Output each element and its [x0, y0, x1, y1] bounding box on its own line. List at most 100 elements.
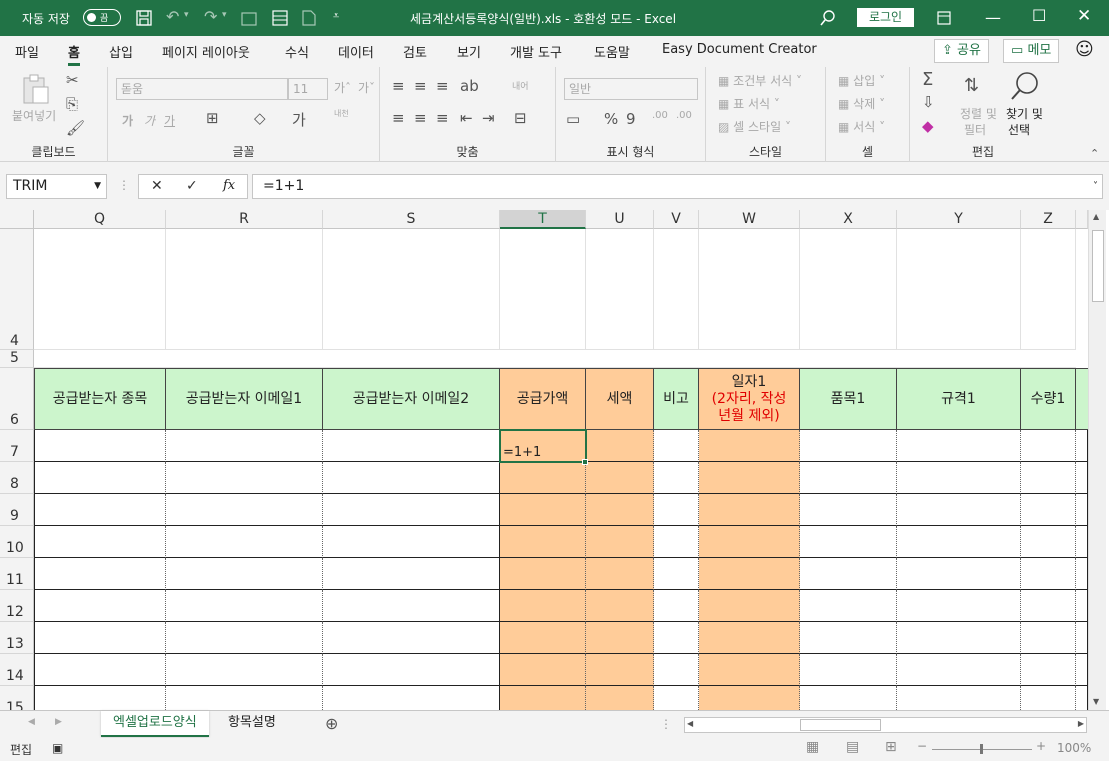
- row-header-15[interactable]: 15: [0, 686, 34, 710]
- cancel-icon[interactable]: ✕: [151, 178, 163, 194]
- header-cell-v[interactable]: 비고: [654, 368, 699, 430]
- minimize-icon[interactable]: —: [985, 8, 1001, 27]
- data-cell[interactable]: [586, 494, 654, 526]
- collapse-ribbon-icon[interactable]: ⌃: [1090, 147, 1099, 160]
- data-cell[interactable]: [1076, 686, 1088, 710]
- data-cell[interactable]: [323, 494, 500, 526]
- redo-dropdown-icon[interactable]: ▾: [222, 10, 227, 20]
- header-cell-r[interactable]: 공급받는자 이메일1: [166, 368, 323, 430]
- italic-button[interactable]: 가: [144, 112, 155, 129]
- redo-icon[interactable]: ↷: [204, 7, 217, 26]
- clear-icon[interactable]: ◆: [922, 117, 934, 135]
- data-cell[interactable]: [1076, 462, 1088, 494]
- data-cell[interactable]: [500, 462, 586, 494]
- data-cell[interactable]: [800, 526, 897, 558]
- sheet-tab-item-description[interactable]: 항목설명: [216, 711, 288, 737]
- data-cell[interactable]: [500, 526, 586, 558]
- conditional-formatting-button[interactable]: ▦ 조건부 서식 ˅: [718, 72, 802, 89]
- find-select-label-2[interactable]: 선택: [1008, 121, 1030, 138]
- new-file-icon[interactable]: [302, 10, 316, 26]
- data-cell[interactable]: [800, 558, 897, 590]
- data-cell[interactable]: [654, 462, 699, 494]
- page-break-view-icon[interactable]: ⊞: [885, 739, 897, 755]
- autosum-icon[interactable]: Σ: [922, 69, 933, 90]
- data-cell[interactable]: [897, 430, 1021, 462]
- data-cell[interactable]: [500, 622, 586, 654]
- data-cell[interactable]: [586, 654, 654, 686]
- tab-splitter-icon[interactable]: ⋮: [660, 717, 672, 731]
- scroll-right-icon[interactable]: ▶: [1078, 719, 1084, 728]
- data-cell[interactable]: [323, 462, 500, 494]
- column-header-v[interactable]: V: [654, 210, 699, 229]
- select-all-corner[interactable]: [0, 210, 34, 229]
- phonetic-icon[interactable]: 내천: [334, 108, 349, 119]
- macro-record-icon[interactable]: ▣: [52, 741, 63, 755]
- data-cell[interactable]: [586, 590, 654, 622]
- data-cell[interactable]: [500, 494, 586, 526]
- tab-easy-document-creator[interactable]: Easy Document Creator: [662, 42, 817, 57]
- data-cell[interactable]: [800, 462, 897, 494]
- data-cell[interactable]: [166, 526, 323, 558]
- formula-bar-drag-icon[interactable]: ⋮: [118, 178, 130, 192]
- new-folder-icon[interactable]: [241, 10, 257, 26]
- expand-formula-icon[interactable]: ˅: [1093, 175, 1098, 198]
- data-cell[interactable]: [654, 430, 699, 462]
- grid-cell[interactable]: [800, 229, 897, 350]
- tab-review[interactable]: 검토: [403, 42, 427, 61]
- zoom-slider-thumb[interactable]: [980, 744, 983, 754]
- data-cell[interactable]: [500, 590, 586, 622]
- orientation-icon[interactable]: ab: [460, 77, 479, 95]
- align-bottom-icon[interactable]: ≡: [436, 77, 449, 95]
- data-cell[interactable]: [699, 590, 800, 622]
- feedback-smiley-icon[interactable]: ☺: [1075, 39, 1094, 60]
- data-cell[interactable]: [699, 622, 800, 654]
- data-cell[interactable]: [166, 590, 323, 622]
- increase-indent-icon[interactable]: ⇥: [482, 109, 495, 127]
- data-cell[interactable]: [800, 430, 897, 462]
- header-cell-q[interactable]: 공급받는자 종목: [34, 368, 166, 430]
- header-cell-w[interactable]: 일자1 (2자리, 작성 년월 제외): [699, 368, 800, 430]
- grid-cell[interactable]: [166, 229, 323, 350]
- data-cell[interactable]: [166, 558, 323, 590]
- accounting-format-icon[interactable]: ▭: [566, 110, 580, 128]
- grid-cell[interactable]: [34, 229, 166, 350]
- data-cell[interactable]: [654, 622, 699, 654]
- close-icon[interactable]: ✕: [1077, 6, 1091, 26]
- column-header-s[interactable]: S: [323, 210, 500, 229]
- form-icon[interactable]: [272, 10, 288, 26]
- font-name-combo[interactable]: 돋움: [116, 78, 288, 100]
- data-cell[interactable]: [1076, 494, 1088, 526]
- data-cell[interactable]: [500, 654, 586, 686]
- data-cell[interactable]: [699, 430, 800, 462]
- header-cell-next[interactable]: [1076, 368, 1088, 430]
- name-box-dropdown-icon[interactable]: ▼: [94, 175, 101, 198]
- data-cell[interactable]: [34, 590, 166, 622]
- login-button[interactable]: 로그인: [857, 8, 914, 27]
- data-cell[interactable]: [897, 462, 1021, 494]
- data-cell[interactable]: [1076, 526, 1088, 558]
- spreadsheet-grid[interactable]: Q R S T U V W X Y Z 4 5 6 7 8 9 10 11 12…: [0, 210, 1109, 710]
- column-header-x[interactable]: X: [800, 210, 897, 229]
- find-select-label[interactable]: 찾기 및: [1006, 105, 1043, 122]
- grid-row-5[interactable]: [34, 350, 1076, 368]
- decrease-font-icon[interactable]: 가ˇ: [358, 79, 375, 96]
- header-cell-u[interactable]: 세액: [586, 368, 654, 430]
- grid-cell[interactable]: [1021, 229, 1076, 350]
- find-select-icon[interactable]: [1010, 71, 1040, 101]
- row-header-6[interactable]: 6: [0, 368, 34, 430]
- borders-icon[interactable]: ⊞: [206, 109, 219, 127]
- horizontal-scroll-thumb[interactable]: [800, 719, 881, 731]
- data-cell[interactable]: [34, 526, 166, 558]
- column-header-w[interactable]: W: [699, 210, 800, 229]
- data-cell[interactable]: [897, 686, 1021, 710]
- data-cell[interactable]: [1076, 654, 1088, 686]
- data-cell[interactable]: [34, 494, 166, 526]
- data-cell[interactable]: [323, 558, 500, 590]
- row-header-12[interactable]: 12: [0, 590, 34, 622]
- data-cell[interactable]: [1076, 590, 1088, 622]
- decrease-indent-icon[interactable]: ⇤: [460, 109, 473, 127]
- row-header-5[interactable]: 5: [0, 350, 34, 368]
- delete-cells-button[interactable]: ▦ 삭제 ˅: [838, 95, 885, 112]
- data-cell[interactable]: [897, 558, 1021, 590]
- data-cell[interactable]: [34, 462, 166, 494]
